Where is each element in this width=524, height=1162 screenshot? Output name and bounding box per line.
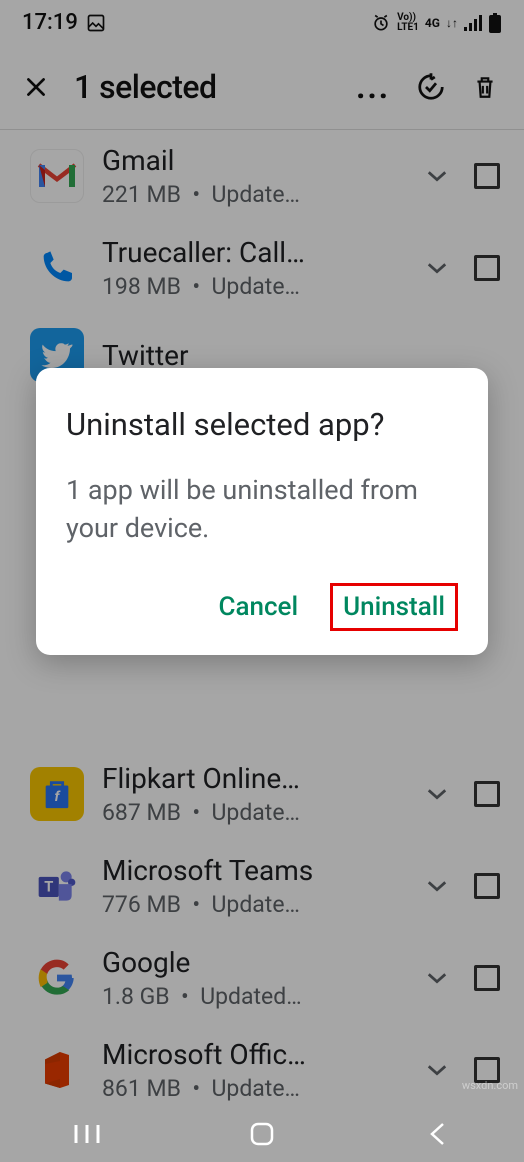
- close-button[interactable]: [18, 69, 54, 105]
- chevron-down-icon[interactable]: [426, 261, 456, 275]
- app-row-google[interactable]: Google 1.8 GB • Updated…: [0, 932, 524, 1024]
- app-info: Google 1.8 GB • Updated…: [102, 946, 408, 1010]
- checkbox[interactable]: [474, 255, 500, 281]
- select-all-button[interactable]: [410, 66, 452, 108]
- dialog-body: 1 app will be uninstalled from your devi…: [66, 472, 458, 548]
- dialog-actions: Cancel Uninstall: [66, 583, 458, 631]
- delete-button[interactable]: [464, 66, 506, 108]
- status-time: 17:19: [22, 10, 78, 35]
- alarm-icon: [371, 13, 391, 33]
- app-row-teams[interactable]: T Microsoft Teams 776 MB • Update…: [0, 840, 524, 932]
- app-row-flipkart[interactable]: f Flipkart Online… 687 MB • Update…: [0, 762, 524, 840]
- app-name: Microsoft Teams: [102, 854, 408, 887]
- checkbox[interactable]: [474, 965, 500, 991]
- chevron-down-icon[interactable]: [426, 1063, 456, 1077]
- status-right: Vo))LTE1 4G ↓↑: [371, 13, 502, 33]
- app-name: Microsoft Offic…: [102, 1038, 408, 1071]
- app-meta: 1.8 GB • Updated…: [102, 983, 408, 1010]
- uninstall-button[interactable]: Uninstall: [330, 583, 458, 631]
- app-meta: 687 MB • Update…: [102, 799, 408, 826]
- status-left: 17:19: [22, 10, 106, 35]
- chevron-down-icon[interactable]: [426, 787, 456, 801]
- data-arrows-icon: ↓↑: [446, 16, 458, 30]
- image-icon: [86, 13, 106, 33]
- app-row-truecaller[interactable]: Truecaller: Call… 198 MB • Update…: [0, 222, 524, 314]
- office-icon: [30, 1043, 84, 1097]
- app-name: Twitter: [102, 339, 500, 372]
- app-name: Gmail: [102, 144, 408, 177]
- checkbox[interactable]: [474, 873, 500, 899]
- app-meta: 861 MB • Update…: [102, 1075, 408, 1102]
- nav-bar: [0, 1106, 524, 1162]
- app-info: Truecaller: Call… 198 MB • Update…: [102, 236, 408, 300]
- signal-icon: [464, 15, 482, 31]
- chevron-down-icon[interactable]: [426, 879, 456, 893]
- home-button[interactable]: [222, 1119, 302, 1149]
- network-type: 4G: [425, 16, 440, 30]
- app-row-office[interactable]: Microsoft Offic… 861 MB • Update…: [0, 1024, 524, 1116]
- app-info: Microsoft Teams 776 MB • Update…: [102, 854, 408, 918]
- app-name: Flipkart Online…: [102, 762, 408, 795]
- cancel-button[interactable]: Cancel: [209, 584, 309, 630]
- app-name: Google: [102, 946, 408, 979]
- google-icon: [30, 951, 84, 1005]
- chevron-down-icon[interactable]: [426, 169, 456, 183]
- chevron-down-icon[interactable]: [426, 971, 456, 985]
- app-info: Flipkart Online… 687 MB • Update…: [102, 762, 408, 826]
- app-meta: 221 MB • Update…: [102, 181, 408, 208]
- selection-header: 1 selected ...: [0, 45, 524, 130]
- truecaller-icon: [30, 241, 84, 295]
- app-meta: 776 MB • Update…: [102, 891, 408, 918]
- app-info: Microsoft Offic… 861 MB • Update…: [102, 1038, 408, 1102]
- app-info: Gmail 221 MB • Update…: [102, 144, 408, 208]
- status-bar: 17:19 Vo))LTE1 4G ↓↑: [0, 0, 524, 45]
- recents-button[interactable]: [47, 1119, 127, 1149]
- checkbox[interactable]: [474, 781, 500, 807]
- back-button[interactable]: [397, 1119, 477, 1149]
- uninstall-dialog: Uninstall selected app? 1 app will be un…: [36, 368, 488, 655]
- dialog-title: Uninstall selected app?: [66, 404, 458, 446]
- overflow-menu[interactable]: ...: [356, 68, 390, 106]
- app-name: Truecaller: Call…: [102, 236, 408, 269]
- teams-icon: T: [30, 859, 84, 913]
- flipkart-icon: f: [30, 767, 84, 821]
- battery-icon: [488, 13, 502, 33]
- header-title: 1 selected: [74, 68, 344, 106]
- checkbox[interactable]: [474, 163, 500, 189]
- app-info: Twitter: [102, 339, 500, 372]
- volte-icon: Vo))LTE1: [397, 13, 419, 33]
- watermark: wsxdn.com: [462, 1079, 518, 1092]
- svg-text:T: T: [44, 878, 53, 896]
- app-meta: 198 MB • Update…: [102, 273, 408, 300]
- gmail-icon: [30, 149, 84, 203]
- app-row-gmail[interactable]: Gmail 221 MB • Update…: [0, 130, 524, 222]
